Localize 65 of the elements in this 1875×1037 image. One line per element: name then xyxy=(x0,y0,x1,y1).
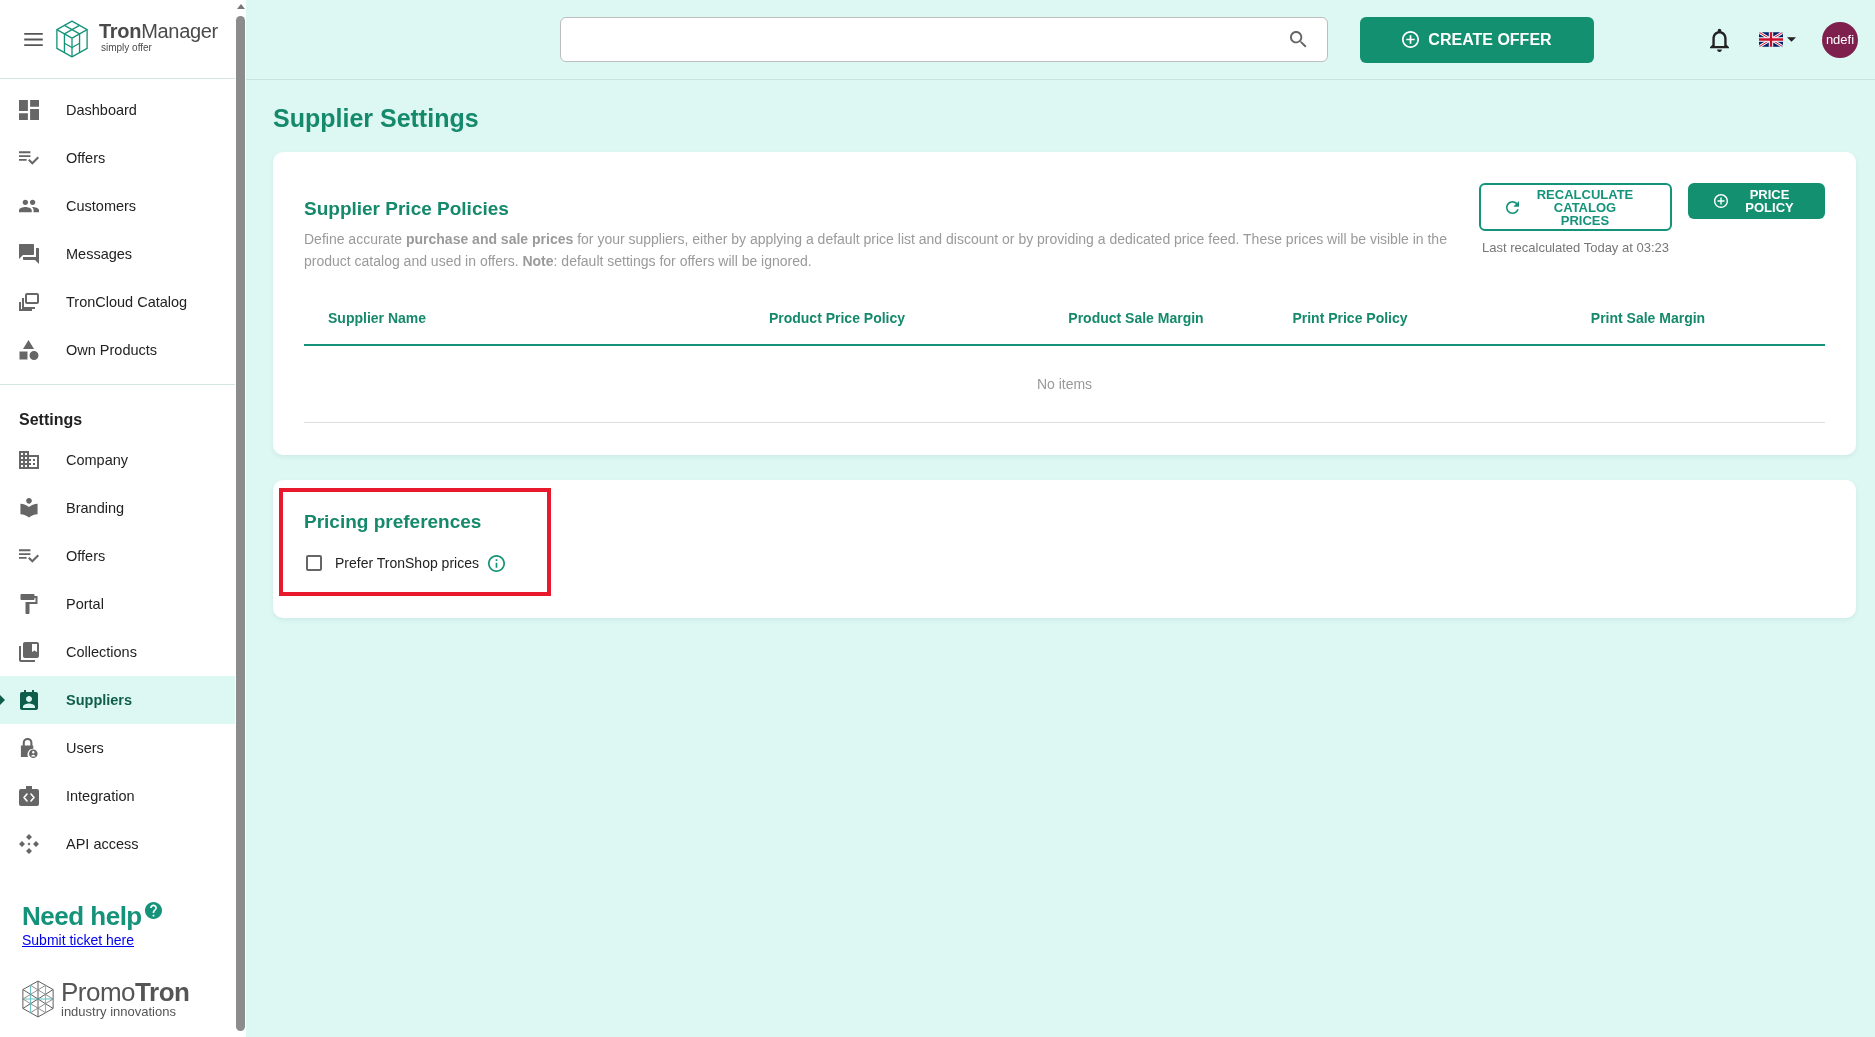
help-heading: Need help xyxy=(22,901,142,931)
column-header[interactable]: Product Price Policy xyxy=(768,310,906,326)
nav-item[interactable]: Users xyxy=(0,724,235,772)
nav-item[interactable]: Offers xyxy=(0,134,235,182)
avatar[interactable]: ndefi xyxy=(1822,21,1858,58)
footer-brand-name: PromoTron xyxy=(61,979,190,1005)
checkbox-label[interactable]: Prefer TronShop prices xyxy=(335,555,479,571)
shapes-icon xyxy=(19,340,39,360)
create-offer-button[interactable]: CREATE OFFER xyxy=(1360,16,1594,63)
nav-item[interactable]: Suppliers xyxy=(0,676,235,724)
scroll-up-arrow-icon[interactable] xyxy=(236,4,245,9)
card-title: Pricing preferences xyxy=(304,510,482,534)
card-title: Supplier Price Policies xyxy=(304,197,509,221)
column-header[interactable]: Print Price Policy xyxy=(1292,310,1408,326)
footer-brand-tagline: industry innovations xyxy=(61,1005,177,1018)
book-person-icon xyxy=(19,498,39,518)
flag-icon[interactable] xyxy=(1759,32,1783,47)
nav-item[interactable]: Messages xyxy=(0,230,235,278)
menu-icon[interactable] xyxy=(24,32,43,46)
pointer-triangle-icon xyxy=(0,695,5,705)
search-field[interactable] xyxy=(560,17,1328,62)
nav-item[interactable]: TronCloud Catalog xyxy=(0,278,235,326)
code-case-icon xyxy=(19,786,39,806)
recalculate-button[interactable]: RECALCULATE CATALOG PRICES xyxy=(1479,183,1672,231)
checkbox[interactable] xyxy=(306,555,322,571)
nav-item[interactable]: Dashboard xyxy=(0,86,235,134)
dashboard-icon xyxy=(19,100,39,120)
person-badge-icon xyxy=(19,690,39,710)
caret-icon[interactable] xyxy=(1787,37,1796,42)
building-icon xyxy=(19,450,39,470)
chat-bubbles-icon xyxy=(19,244,39,264)
nav-item[interactable]: API access xyxy=(0,820,235,868)
nav-item[interactable]: Offers xyxy=(0,532,235,580)
nav-item[interactable]: Branding xyxy=(0,484,235,532)
brand-name: TronManager xyxy=(99,19,218,42)
bell-icon[interactable] xyxy=(1710,27,1729,52)
nav-item[interactable]: Customers xyxy=(0,182,235,230)
page-title: Supplier Settings xyxy=(273,103,479,133)
nav-item[interactable]: Integration xyxy=(0,772,235,820)
info-icon[interactable] xyxy=(487,554,505,572)
nav-item[interactable]: Company xyxy=(0,436,235,484)
cube-logo-icon xyxy=(55,20,89,58)
diamonds-icon xyxy=(19,834,39,854)
empty-table-text: No items xyxy=(1036,376,1093,392)
last-recalculated-text: Last recalculated Today at 03:23 xyxy=(1482,240,1669,256)
column-header[interactable]: Product Sale Margin xyxy=(1068,310,1204,326)
scrollbar-thumb[interactable] xyxy=(236,16,245,1031)
submit-ticket-link[interactable]: Submit ticket here xyxy=(22,932,135,949)
column-header[interactable]: Print Sale Margin xyxy=(1590,310,1706,326)
hexagon-logo-icon xyxy=(21,979,55,1018)
nav-item[interactable]: Portal xyxy=(0,580,235,628)
nav-item[interactable]: Own Products xyxy=(0,326,235,374)
paint-roller-icon xyxy=(19,594,39,614)
search-icon[interactable] xyxy=(1290,31,1307,48)
add-price-policy-button[interactable]: PRICE POLICY xyxy=(1688,183,1825,219)
lock-person-icon xyxy=(19,738,39,758)
description-text: Define accurate purchase and sale prices for your suppliers, either by applying a default price list and discount or by providing a dedicated price feed. These prices will be visible in the product catalog and used in offers. Note: default settings for offers will be ignored. xyxy=(304,230,1448,271)
section-heading: Settings xyxy=(19,411,83,428)
column-header[interactable]: Supplier Name xyxy=(328,310,427,326)
nav-item[interactable]: Collections xyxy=(0,628,235,676)
bookmark-stack-icon xyxy=(19,642,39,662)
stacked-squares-icon xyxy=(19,292,39,312)
help-icon xyxy=(144,902,162,919)
brand-tagline: simply offer xyxy=(101,41,152,53)
refresh-icon xyxy=(1506,200,1519,214)
